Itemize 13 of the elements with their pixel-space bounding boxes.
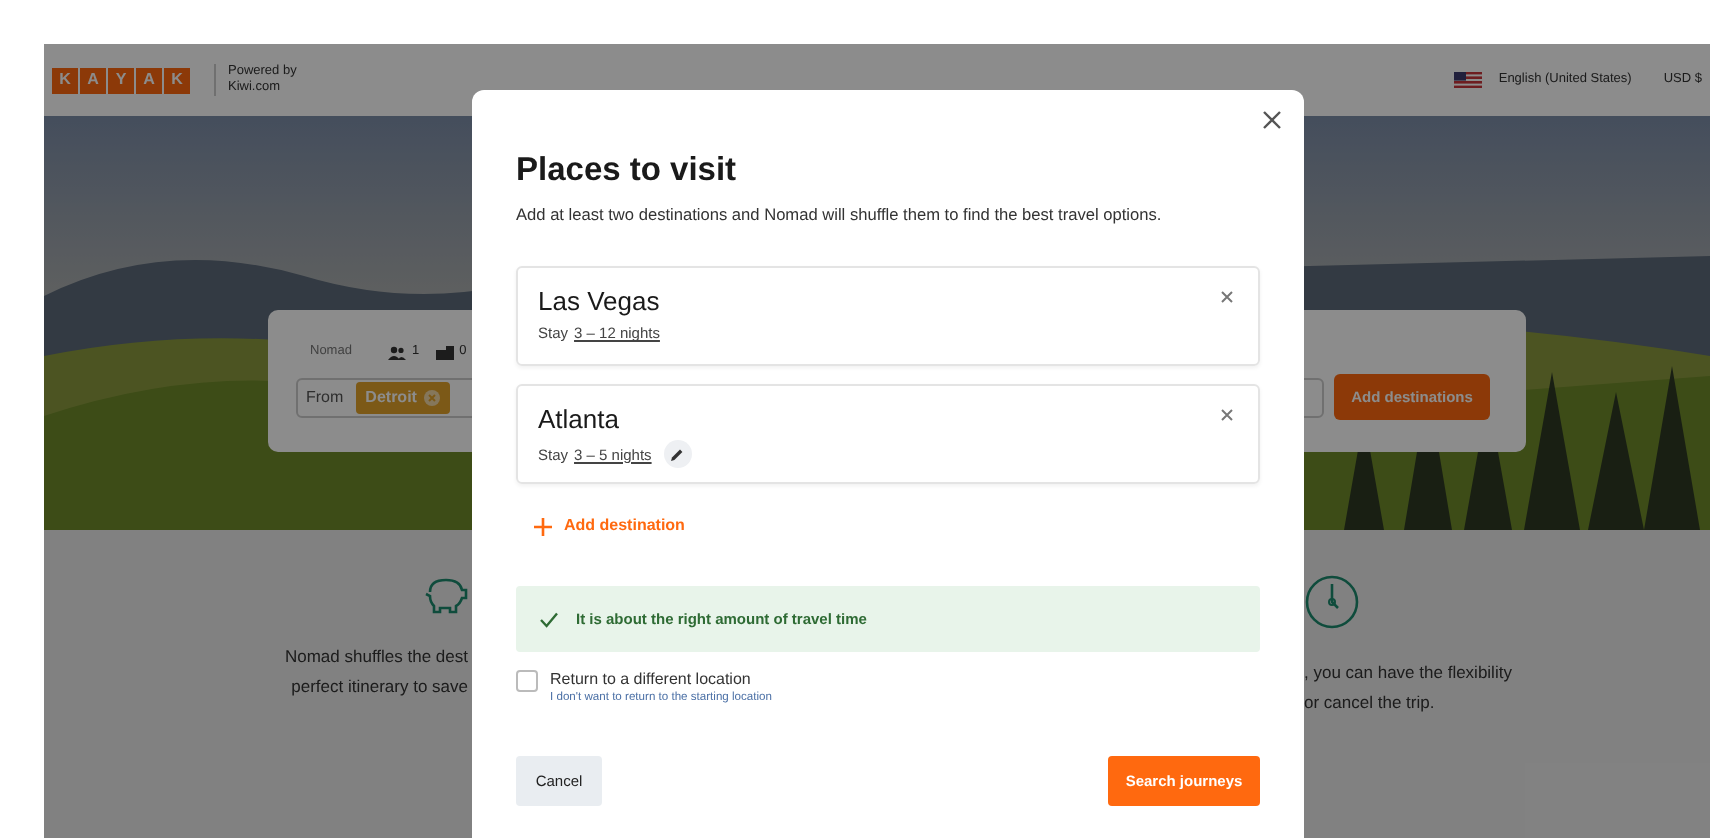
destination-city: Las Vegas [538,286,660,319]
logo-letter: Y [108,67,134,93]
checkbox-label: Return to a different location [550,668,753,691]
add-destination-link[interactable]: Add destination [534,514,685,539]
feature-text: , you can have the flexibility or cancel the trip. [1304,660,1512,716]
logo-letter: A [80,67,106,93]
logo-letter: K [52,67,78,93]
feature-text: Nomad shuffles the dest perfect itinerary to save [282,644,468,700]
modal-title: Places to visit [516,150,739,190]
logo-letter: K [164,67,190,93]
destination-city: Atlanta [538,404,619,437]
modal-subtitle: Add at least two destinations and Nomad will shuffle them to find the best travel options. [516,202,1164,227]
logo-letter: A [136,67,162,93]
